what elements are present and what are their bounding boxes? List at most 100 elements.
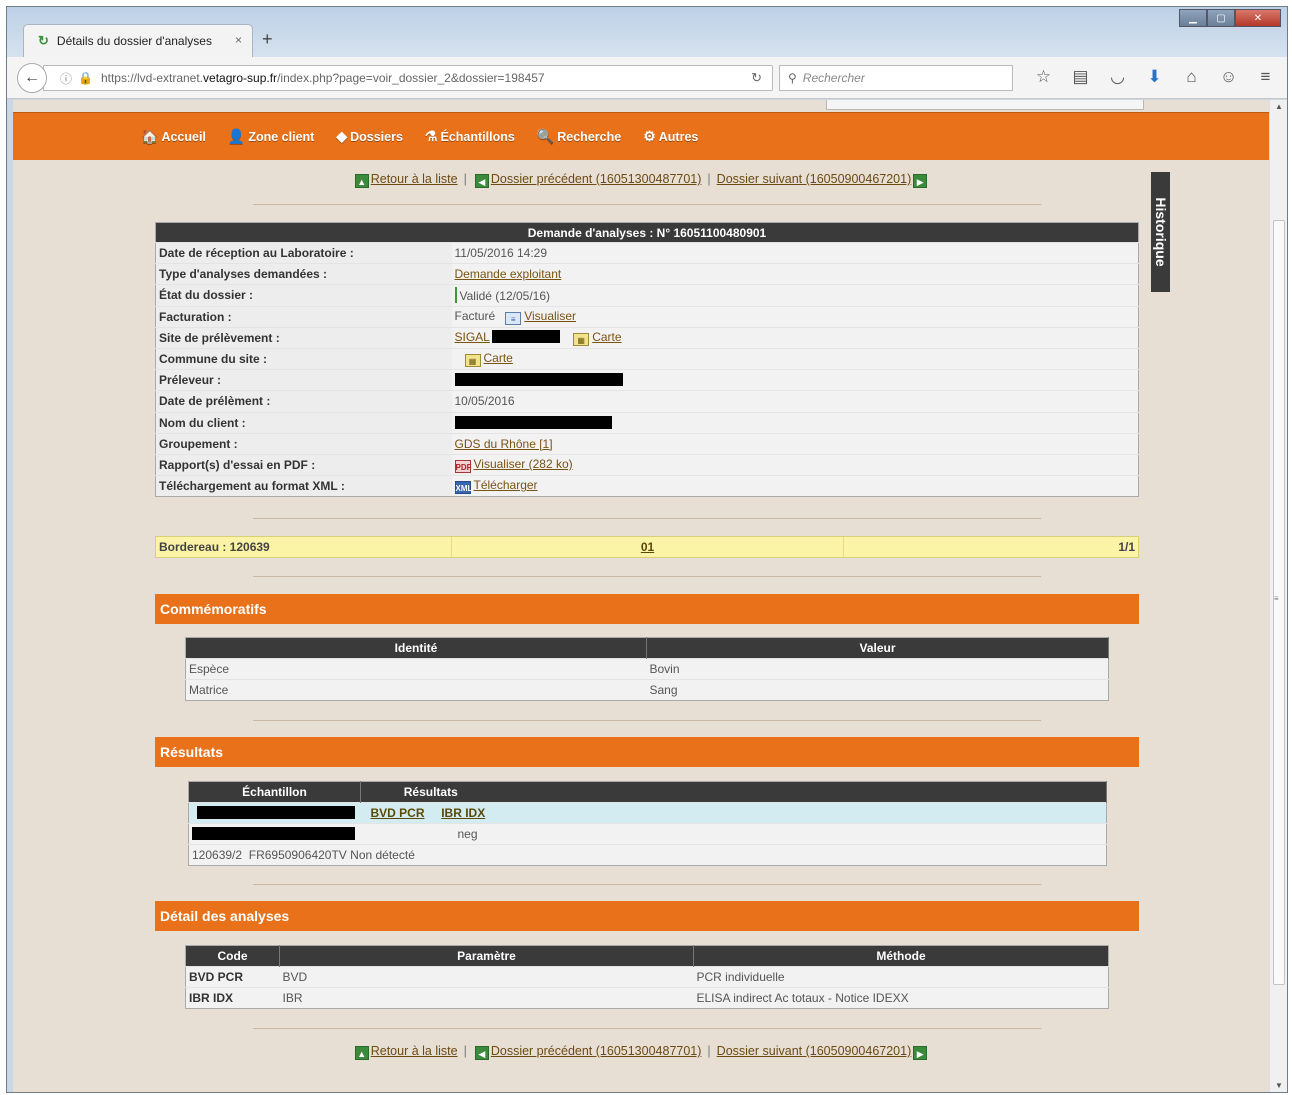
table-row: Matrice Sang (185, 679, 1109, 701)
address-bar[interactable]: ⓘ 🔒 https://lvd-extranet. vetagro-sup.fr /… (43, 65, 773, 91)
redacted-block (454, 415, 612, 429)
table-row: BVD PCR IBR IDX (188, 802, 1107, 824)
previous-dossier-link[interactable]: Dossier précédent (16051300487701) (491, 1044, 702, 1058)
groupement-link[interactable]: GDS du Rhône [1] (455, 437, 553, 451)
invoice-icon: ≡ (505, 311, 522, 325)
chat-icon[interactable]: ☺ (1210, 67, 1247, 87)
historique-tab[interactable]: Historique (1151, 172, 1170, 292)
search-placeholder: Rechercher (802, 71, 865, 85)
separator: | (463, 1044, 467, 1058)
previous-dossier-link[interactable]: Dossier précédent (16051300487701) (491, 172, 702, 186)
divider (253, 1028, 1041, 1029)
row-label: Date de prélèment : (155, 390, 452, 412)
pdf-report-link[interactable]: Visualiser (282 ko) (474, 457, 573, 471)
download-icon[interactable]: ⬇ (1136, 67, 1173, 87)
column-header: Paramètre (279, 945, 694, 967)
row-label: Date de réception au Laboratoire : (155, 241, 452, 264)
info-icon[interactable]: ⓘ (60, 70, 72, 87)
status-indicator (454, 287, 457, 304)
scroll-grip-icon: ≡ (1274, 594, 1279, 603)
column-header: Échantillon (188, 781, 361, 803)
result-value: neg (360, 823, 501, 845)
ibr-idx-link[interactable]: IBR IDX (441, 806, 485, 820)
minimize-button[interactable]: ▁ (1179, 9, 1207, 27)
pocket-icon[interactable]: ◡ (1099, 67, 1136, 87)
table-row: neg (188, 823, 1107, 845)
bottom-dossier-nav: ▲ Retour à la liste | ◀ Dossier précédent (1… (13, 1044, 1269, 1060)
bookmarks-list-icon[interactable]: ▤ (1062, 67, 1099, 87)
table-row: Site de prélèvement : SIGAL ▦ Carte (155, 326, 1139, 349)
bookmark-star-icon[interactable]: ☆ (1025, 67, 1062, 87)
next-dossier-link[interactable]: Dossier suivant (16050900467201) (717, 172, 912, 186)
menu-item-zone-client[interactable]: 👤 Zone client (228, 128, 314, 145)
bordereau-label: Bordereau : 120639 (156, 537, 452, 557)
site-map-link[interactable]: Carte (592, 330, 621, 344)
menu-item-dossiers[interactable]: ◆ Dossiers (336, 128, 403, 145)
menu-label: Accueil (161, 129, 206, 144)
cell: IBR (279, 987, 694, 1009)
next-arrow-icon: ▶ (913, 1046, 928, 1060)
list-icon: ▲ (354, 174, 369, 188)
magnifier-icon: ⚲ (788, 71, 797, 85)
table-row: Espèce Bovin (185, 658, 1109, 680)
table-row: Préleveur : (155, 369, 1139, 391)
close-window-button[interactable]: ✕ (1235, 9, 1281, 27)
map-icon: ▦ (573, 332, 590, 346)
url-domain: vetagro-sup.fr (203, 71, 278, 85)
row-label: État du dossier : (155, 284, 452, 307)
back-button[interactable]: ← (17, 63, 47, 93)
next-dossier-link[interactable]: Dossier suivant (16050900467201) (717, 1044, 912, 1058)
cell: IBR IDX (185, 987, 280, 1009)
new-tab-button[interactable]: + (262, 29, 273, 50)
commune-map-link[interactable]: Carte (484, 351, 513, 365)
active-tab[interactable]: ↻ Détails du dossier d'analyses × (23, 24, 253, 57)
row-label: Commune du site : (155, 347, 452, 370)
table-row: Rapport(s) d'essai en PDF : PDF Visualiser… (155, 453, 1139, 476)
url-prefix: https://lvd-extranet. (100, 71, 204, 85)
menu-label: Recherche (557, 129, 622, 144)
toolbar-icons: ☆ ▤ ◡ ⬇ ⌂ ☺ ≡ (1025, 67, 1284, 87)
client-icon: 👤 (227, 128, 246, 144)
bvd-pcr-link[interactable]: BVD PCR (371, 806, 425, 820)
sample-result: Non détecté (350, 848, 415, 862)
prev-arrow-icon: ◀ (474, 174, 489, 188)
detail-table: Code Paramètre Méthode BVD PCR BVD PCR indiv… (185, 945, 1109, 1009)
menu-item-recherche[interactable]: 🔍 Recherche (537, 128, 621, 145)
xml-download-link[interactable]: Télécharger (474, 478, 538, 492)
search-icon: 🔍 (536, 128, 555, 144)
page-viewport: 🏠 Accueil 👤 Zone client ◆ Dossiers ⚗ Échanti… (13, 100, 1269, 1092)
close-tab-icon[interactable]: × (235, 33, 242, 47)
cell: BVD PCR (185, 966, 280, 988)
row-value: 10/05/2016 (451, 390, 1139, 412)
list-icon: ▲ (354, 1046, 369, 1060)
historique-label: Historique (1153, 197, 1169, 267)
redacted-block (491, 329, 560, 343)
row-label: Téléchargement au format XML : (155, 475, 452, 497)
bordereau-page-link[interactable]: 01 (641, 540, 654, 554)
table-row: État du dossier : Validé (12/05/16) (155, 284, 1139, 307)
site-link[interactable]: SIGAL (455, 330, 490, 344)
cell: PCR individuelle (693, 966, 1109, 988)
samples-icon: ⚗ (424, 128, 438, 144)
menu-item-echantillons[interactable]: ⚗ Échantillons (425, 128, 515, 145)
commemoratifs-table: Identité Valeur Espèce Bovin Matrice Sang (185, 637, 1109, 701)
reload-icon[interactable]: ↻ (751, 70, 762, 86)
table-row: Téléchargement au format XML : XMLTélécha… (155, 475, 1139, 497)
home-icon: 🏠 (141, 128, 159, 144)
back-to-list-link[interactable]: Retour à la liste (371, 172, 458, 186)
menu-item-accueil[interactable]: 🏠 Accueil (141, 128, 206, 145)
home-icon[interactable]: ⌂ (1173, 67, 1210, 87)
maximize-button[interactable]: ▢ (1207, 9, 1235, 27)
scroll-down-icon[interactable]: ▼ (1275, 1081, 1283, 1090)
vertical-scrollbar[interactable]: ▲ ≡ ▼ (1269, 100, 1287, 1092)
invoice-view-link[interactable]: Visualiser (524, 309, 576, 323)
divider (253, 720, 1041, 721)
table-row: Facturation : Facturé ≡ Visualiser (155, 305, 1139, 328)
bordereau-count: 1/1 (1118, 540, 1135, 554)
demande-type-link[interactable]: Demande exploitant (455, 267, 562, 281)
scroll-up-icon[interactable]: ▲ (1275, 102, 1283, 111)
search-box[interactable]: ⚲ Rechercher (779, 65, 1013, 91)
menu-item-autres[interactable]: ⚙ Autres (643, 128, 698, 145)
back-to-list-link[interactable]: Retour à la liste (371, 1044, 458, 1058)
menu-hamburger-icon[interactable]: ≡ (1247, 67, 1284, 87)
